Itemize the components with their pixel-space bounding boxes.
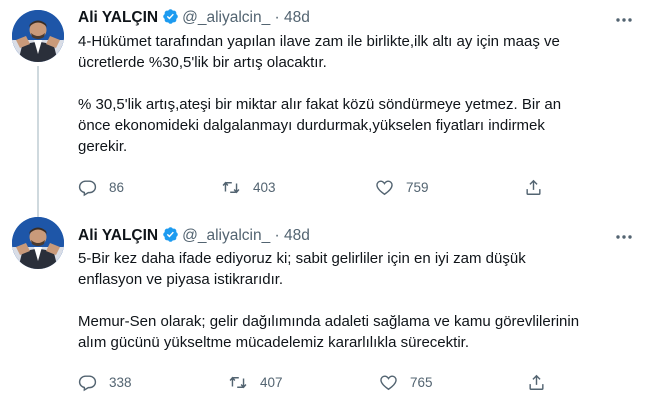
tweet-text: 5-Bir kez daha ifade ediyoruz ki; sabit … xyxy=(78,250,580,351)
avatar[interactable] xyxy=(12,10,64,62)
avatar-image xyxy=(12,217,64,269)
more-icon[interactable] xyxy=(614,10,634,30)
retweet-count: 407 xyxy=(260,374,283,390)
tweet-actions: 338 407 765 xyxy=(78,372,558,392)
retweet-button[interactable]: 403 xyxy=(221,177,276,197)
tweet-header: Ali YALÇIN @_aliyalcin_ · 48d xyxy=(78,226,310,246)
share-button[interactable] xyxy=(524,177,543,197)
reply-count: 338 xyxy=(109,374,132,390)
retweet-button[interactable]: 407 xyxy=(228,372,283,392)
tweet-2[interactable]: Ali YALÇIN @_aliyalcin_ · 48d 5-Bir kez d… xyxy=(0,205,650,409)
like-count: 759 xyxy=(406,179,429,195)
tweet-text: 4-Hükümet tarafından yapılan ilave zam i… xyxy=(78,33,562,155)
reply-icon xyxy=(78,374,97,391)
retweet-icon xyxy=(229,376,247,388)
tweet-header: Ali YALÇIN @_aliyalcin_ · 48d xyxy=(78,8,310,28)
tweet-timestamp[interactable]: 48d xyxy=(284,9,310,26)
retweet-count: 403 xyxy=(253,179,276,195)
reply-icon xyxy=(78,179,97,196)
header-separator: · xyxy=(274,9,280,26)
verified-badge-icon xyxy=(163,227,178,242)
tweet-1[interactable]: Ali YALÇIN @_aliyalcin_ · 48d 4-Hükümet t… xyxy=(0,0,650,205)
like-button[interactable]: 759 xyxy=(375,177,429,197)
author-name[interactable]: Ali YALÇIN xyxy=(78,227,158,244)
avatar[interactable] xyxy=(12,217,64,269)
tweet-timestamp[interactable]: 48d xyxy=(284,227,310,244)
author-name[interactable]: Ali YALÇIN xyxy=(78,9,158,26)
thread-connector-line xyxy=(37,205,39,217)
share-icon xyxy=(526,179,541,195)
more-icon[interactable] xyxy=(614,227,634,247)
share-icon xyxy=(529,374,544,390)
retweet-icon xyxy=(222,181,240,193)
reply-count: 86 xyxy=(109,179,125,195)
like-icon xyxy=(376,179,393,195)
tweet-actions: 86 403 759 xyxy=(78,177,558,197)
author-handle[interactable]: @_aliyalcin_ xyxy=(182,9,270,26)
thread-connector-line xyxy=(37,66,39,205)
header-separator: · xyxy=(274,227,280,244)
share-button[interactable] xyxy=(527,372,546,392)
like-icon xyxy=(380,374,397,390)
like-count: 765 xyxy=(410,374,433,390)
author-handle[interactable]: @_aliyalcin_ xyxy=(182,227,270,244)
verified-badge-icon xyxy=(163,9,178,24)
like-button[interactable]: 765 xyxy=(379,372,433,392)
reply-button[interactable]: 86 xyxy=(78,177,124,197)
reply-button[interactable]: 338 xyxy=(78,372,132,392)
avatar-image xyxy=(12,10,64,62)
